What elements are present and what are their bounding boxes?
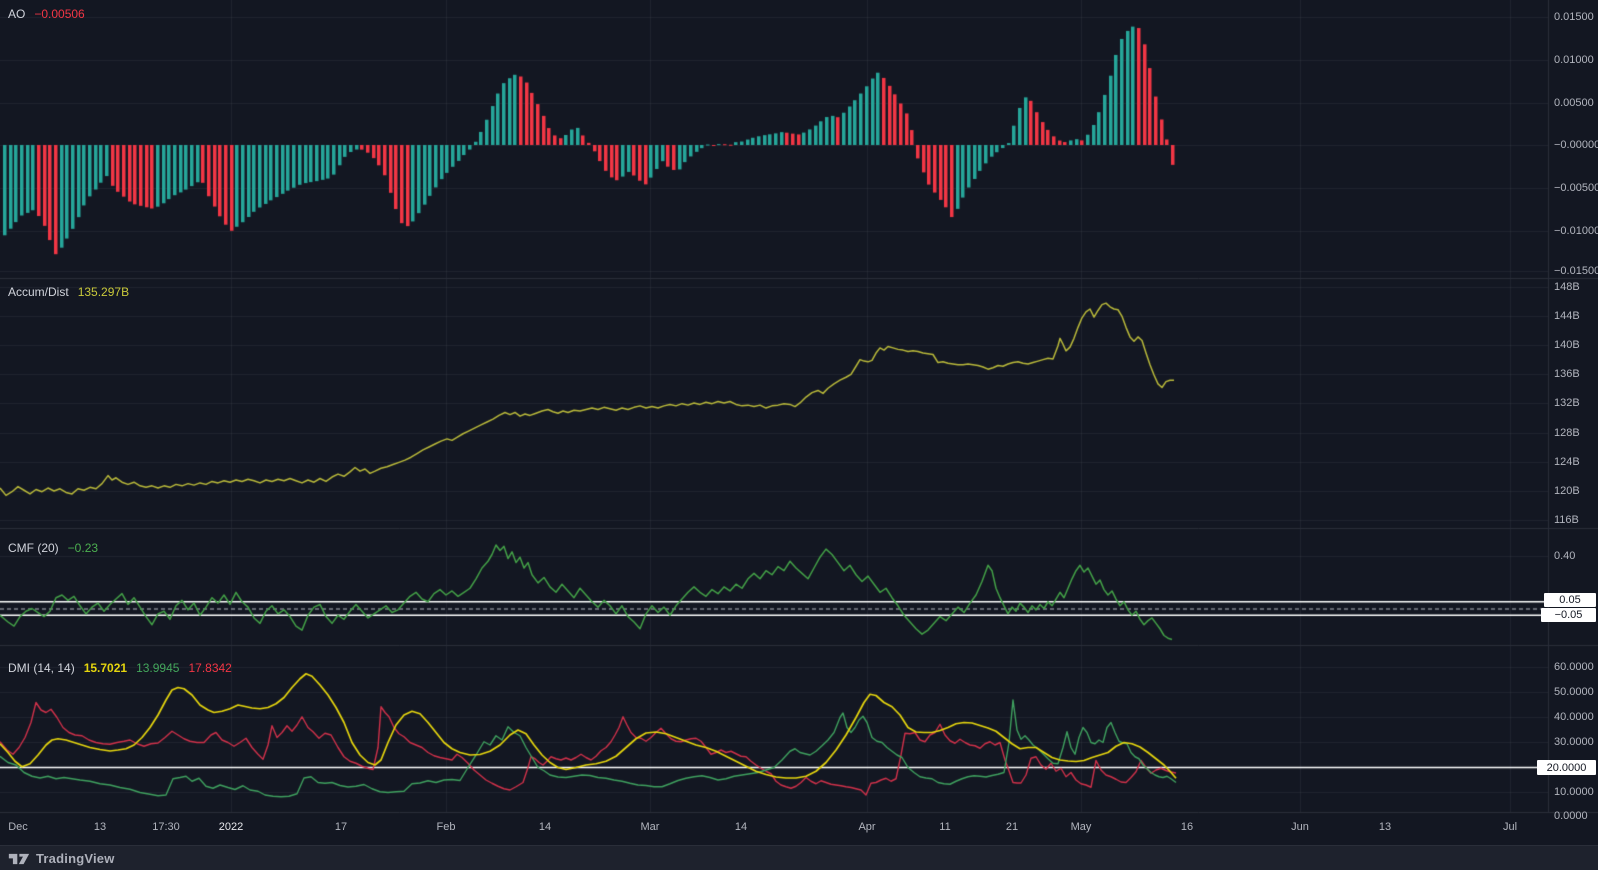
indicator-value-accum: 135.297B: [77, 285, 130, 299]
price-tick-label: 0.0000: [1554, 810, 1588, 822]
time-tick-label: 14: [734, 821, 748, 833]
pane-label-cmf: CMF (20) −0.23: [8, 541, 98, 555]
price-tick-label: 140B: [1554, 339, 1580, 351]
price-tick-label: 50.0000: [1554, 686, 1594, 698]
chart-window: AO −0.00506 Accum/Dist 135.297B CMF (20) −0…: [0, 0, 1598, 870]
price-tick-label: −0.01000: [1554, 225, 1598, 237]
price-label-dmi-20: 20.0000: [1537, 760, 1596, 775]
price-tick-label: −0.00500: [1554, 182, 1598, 194]
time-tick-label: May: [1070, 821, 1092, 833]
time-tick-label: 13: [93, 821, 107, 833]
price-tick-label: 60.0000: [1554, 661, 1594, 673]
indicator-title-ao[interactable]: AO: [8, 7, 25, 21]
time-tick-label: Apr: [858, 821, 876, 833]
time-tick-label: 2022: [218, 821, 244, 833]
price-tick-label: 0.00500: [1554, 97, 1594, 109]
indicator-value-adx: 15.7021: [83, 661, 128, 675]
price-tick-label: 132B: [1554, 397, 1580, 409]
indicator-value-cmf: −0.23: [67, 541, 99, 555]
pane-label-accum: Accum/Dist 135.297B: [8, 285, 129, 299]
indicator-value-minus-di: 17.8342: [188, 661, 232, 675]
price-label-cmf-upper: 0.05: [1544, 593, 1596, 607]
price-tick-label: −0.01500: [1554, 265, 1598, 277]
price-tick-label: 124B: [1554, 456, 1580, 468]
price-tick-label: 148B: [1554, 281, 1580, 293]
time-tick-label: 13: [1378, 821, 1392, 833]
price-tick-label: −0.00000: [1554, 139, 1598, 151]
time-tick-label: 21: [1005, 821, 1019, 833]
time-tick-label: 11: [939, 821, 951, 833]
time-tick-label: 17: [334, 821, 348, 833]
price-tick-label: 40.0000: [1554, 711, 1594, 723]
indicator-title-accum[interactable]: Accum/Dist: [8, 285, 69, 299]
time-tick-label: Dec: [8, 821, 28, 833]
time-tick-label: Feb: [436, 821, 456, 833]
indicator-title-cmf[interactable]: CMF (20): [8, 541, 59, 555]
time-tick-label: 16: [1180, 821, 1194, 833]
time-tick-label: 14: [538, 821, 552, 833]
time-tick-label: Jun: [1291, 821, 1309, 833]
price-tick-label: 10.0000: [1554, 786, 1594, 798]
indicator-value-plus-di: 13.9945: [136, 661, 180, 675]
indicator-value-ao: −0.00506: [34, 7, 85, 21]
price-tick-label: 0.01000: [1554, 54, 1594, 66]
footer-bar: TradingView: [0, 845, 1598, 870]
price-tick-label: 120B: [1554, 485, 1580, 497]
price-tick-label: 136B: [1554, 368, 1580, 380]
chart-canvas[interactable]: [0, 0, 1598, 845]
time-tick-label: Jul: [1502, 821, 1518, 833]
time-tick-label: 17:30: [152, 821, 180, 833]
tradingview-logo-icon[interactable]: [8, 851, 30, 867]
price-tick-label: 0.01500: [1554, 11, 1594, 23]
indicator-title-dmi[interactable]: DMI (14, 14): [8, 661, 75, 675]
price-tick-label: 116B: [1554, 514, 1579, 526]
price-tick-label: 144B: [1554, 310, 1580, 322]
price-tick-label: 30.0000: [1554, 736, 1594, 748]
time-tick-label: Mar: [640, 821, 660, 833]
price-tick-label: 128B: [1554, 427, 1580, 439]
pane-label-dmi: DMI (14, 14) 15.7021 13.9945 17.8342: [8, 661, 232, 675]
price-label-cmf-lower: −0.05: [1541, 608, 1596, 622]
pane-label-ao: AO −0.00506: [8, 7, 85, 21]
price-tick-label: 0.40: [1554, 550, 1576, 562]
tradingview-brand-text[interactable]: TradingView: [36, 851, 115, 866]
